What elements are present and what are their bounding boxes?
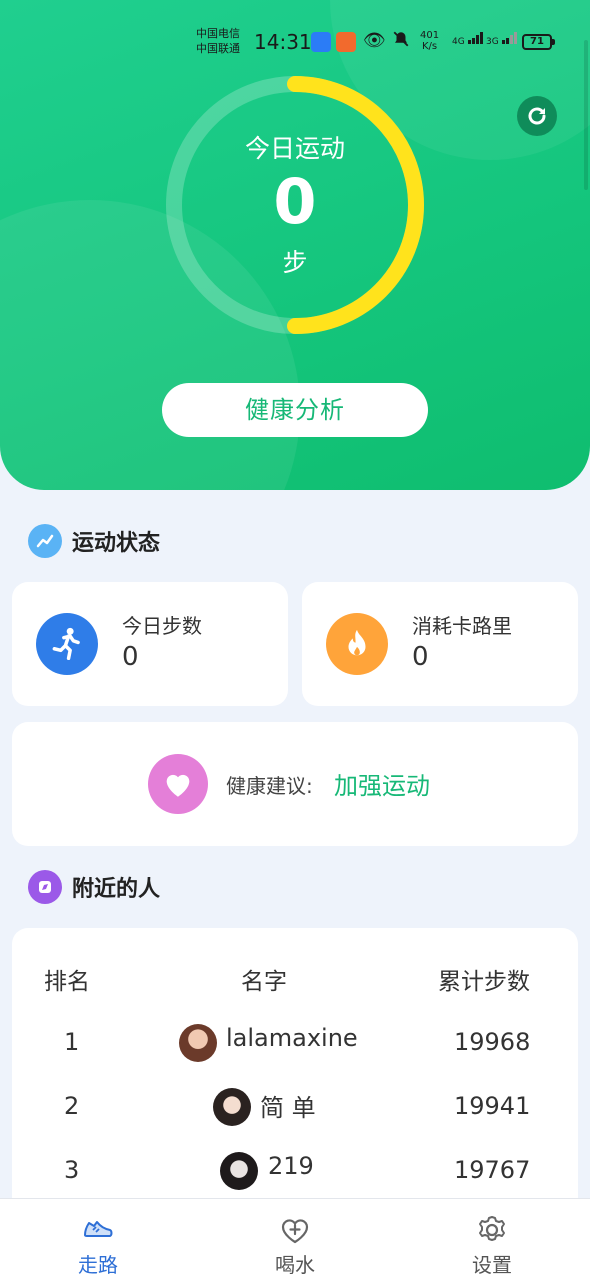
advice-label: 健康建议: [226, 774, 313, 798]
avatar [213, 1088, 251, 1126]
compass-icon [28, 870, 62, 904]
signal-3g-label: 3G [486, 37, 499, 47]
name-cell: 简 单 [260, 1094, 316, 1122]
avatar [220, 1152, 258, 1190]
steps-cell: 19941 [454, 1092, 531, 1120]
ring-unit: 步 [282, 248, 308, 277]
section-nearby-people: 附近的人 [28, 870, 160, 904]
nav-item-walk[interactable]: 走路 [0, 1199, 196, 1278]
name-cell: lalamaxine [226, 1024, 358, 1052]
net-speed-unit: K/s [421, 41, 438, 52]
section-title-text: 运动状态 [72, 531, 161, 556]
rank-cell: 1 [64, 1028, 80, 1056]
health-advice-card: 健康建议: 加强运动 [12, 722, 578, 846]
rank-cell: 2 [64, 1092, 80, 1120]
header-steps: 累计步数 [438, 969, 530, 995]
nav-label: 走路 [78, 1253, 118, 1277]
signal-3g: 3G [486, 32, 518, 47]
shoe-icon [84, 1221, 113, 1237]
gear-icon [479, 1216, 505, 1241]
steps-value: 0 [122, 642, 139, 672]
header-name: 名字 [241, 969, 287, 995]
trend-icon [28, 524, 62, 558]
net-speed-value: 401 [420, 30, 440, 41]
app-notification-icon [311, 32, 331, 52]
nav-item-settings[interactable]: 设置 [394, 1199, 590, 1278]
refresh-icon [528, 107, 546, 125]
eye-icon: 👁 [363, 30, 386, 51]
nav-label: 喝水 [275, 1253, 315, 1277]
ring-label-group: 今日运动 0 步 [165, 75, 425, 335]
carrier-1: 中国电信 [196, 27, 240, 40]
heart-icon [148, 754, 208, 814]
carriers: 中国电信 中国联通 [196, 26, 240, 56]
rank-cell: 3 [64, 1156, 80, 1184]
battery-icon: 71 [522, 34, 555, 50]
health-analysis-button[interactable]: 健康分析 [162, 383, 428, 437]
section-exercise-status: 运动状态 [28, 524, 160, 558]
steps-cell: 19767 [454, 1156, 531, 1184]
steps-card: 今日步数 0 [12, 582, 288, 706]
advice-value: 加强运动 [334, 772, 430, 800]
header-rank: 排名 [44, 969, 90, 995]
steps-cell: 19968 [454, 1028, 531, 1056]
ring-steps-value: 0 [273, 165, 317, 238]
app-notification-icon [336, 32, 356, 52]
nav-item-water[interactable]: 喝水 [197, 1199, 393, 1278]
calories-value: 0 [412, 642, 429, 672]
ring-title: 今日运动 [244, 134, 345, 163]
clock: 14:31 [254, 30, 312, 54]
avatar [179, 1024, 217, 1062]
running-icon [36, 613, 98, 675]
signal-4g: 4G [452, 32, 484, 47]
name-cell: 219 [268, 1152, 314, 1180]
nav-label: 设置 [472, 1253, 512, 1277]
calories-label: 消耗卡路里 [412, 614, 512, 638]
mute-bell-icon [392, 30, 410, 52]
scroll-indicator [584, 40, 588, 190]
calories-card: 消耗卡路里 0 [302, 582, 578, 706]
bottom-nav: 走路 喝水 设置 [0, 1198, 590, 1278]
heart-plus-icon [281, 1219, 309, 1244]
section-title-text: 附近的人 [72, 877, 161, 902]
refresh-button[interactable] [517, 96, 557, 136]
flame-icon [326, 613, 388, 675]
ranking-table: 排名 名字 累计步数 1 lalamaxine 19968 2 简 单 1994… [12, 928, 578, 1218]
steps-label: 今日步数 [122, 614, 202, 638]
net-speed: 401 K/s [420, 30, 439, 52]
signal-4g-label: 4G [452, 37, 465, 47]
status-bar: 中国电信 中国联通 14:31 👁 401 K/s 4G 3G 71 [196, 24, 558, 64]
carrier-2: 中国联通 [196, 42, 240, 55]
